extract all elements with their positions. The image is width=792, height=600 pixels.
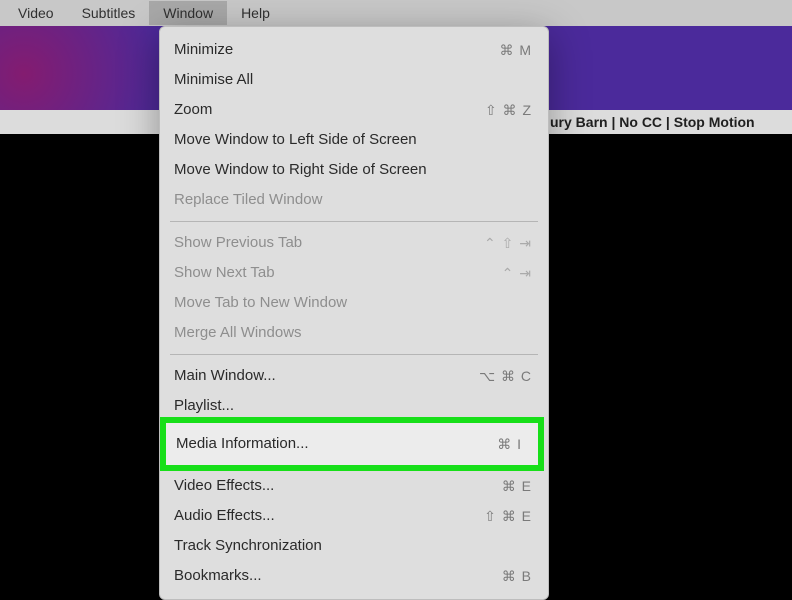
window-title-text: ury Barn | No CC | Stop Motion (550, 114, 755, 130)
menu-audio-effects[interactable]: Audio Effects... ⇧ ⌘ E (160, 501, 548, 531)
menu-label: Zoom (174, 99, 212, 121)
menu-label: Replace Tiled Window (174, 189, 322, 211)
menu-label: Minimize (174, 39, 233, 61)
menu-shortcut: ⌘ E (502, 475, 532, 497)
menu-shortcut: ⌃ ⇧ ⇥ (484, 232, 532, 254)
menu-main-window[interactable]: Main Window... ⌥ ⌘ C (160, 361, 548, 391)
menu-merge-windows: Merge All Windows (160, 318, 548, 348)
menu-show-next-tab: Show Next Tab ⌃ ⇥ (160, 258, 548, 288)
menu-shortcut: ⌘ I (497, 433, 522, 455)
window-dropdown-menu: Minimize ⌘ M Minimise All Zoom ⇧ ⌘ Z Mov… (159, 26, 549, 600)
menubar-subtitles[interactable]: Subtitles (68, 1, 150, 25)
menu-separator (170, 354, 538, 355)
menu-label: Minimise All (174, 69, 253, 91)
menu-label: Show Previous Tab (174, 232, 302, 254)
menubar: Video Subtitles Window Help (0, 0, 792, 26)
menu-separator (170, 221, 538, 222)
menu-show-prev-tab: Show Previous Tab ⌃ ⇧ ⇥ (160, 228, 548, 258)
menu-shortcut: ⇧ ⌘ Z (485, 99, 532, 121)
highlight-box: Media Information... ⌘ I (160, 417, 544, 471)
menu-media-information[interactable]: Media Information... ⌘ I (166, 423, 538, 465)
menubar-video[interactable]: Video (4, 1, 68, 25)
menu-minimise-all[interactable]: Minimise All (160, 65, 548, 95)
menu-label: Video Effects... (174, 475, 274, 497)
menubar-help[interactable]: Help (227, 1, 284, 25)
menu-track-sync[interactable]: Track Synchronization (160, 531, 548, 561)
menu-label: Track Synchronization (174, 535, 322, 557)
menu-label: Media Information... (176, 433, 309, 455)
menu-playlist[interactable]: Playlist... (160, 391, 548, 417)
menubar-window[interactable]: Window (149, 1, 227, 25)
menu-label: Show Next Tab (174, 262, 275, 284)
menu-move-right[interactable]: Move Window to Right Side of Screen (160, 155, 548, 185)
menu-bookmarks[interactable]: Bookmarks... ⌘ B (160, 561, 548, 591)
menu-replace-tiled: Replace Tiled Window (160, 185, 548, 215)
menu-label: Move Window to Right Side of Screen (174, 159, 427, 181)
menu-label: Audio Effects... (174, 505, 275, 527)
menu-move-tab-new: Move Tab to New Window (160, 288, 548, 318)
menu-label: Move Tab to New Window (174, 292, 347, 314)
menu-video-effects[interactable]: Video Effects... ⌘ E (160, 471, 548, 501)
menu-shortcut: ⇧ ⌘ E (484, 505, 532, 527)
menu-shortcut: ⌥ ⌘ C (479, 365, 532, 387)
menu-minimize[interactable]: Minimize ⌘ M (160, 35, 548, 65)
menu-label: Merge All Windows (174, 322, 302, 344)
menu-shortcut: ⌘ B (502, 565, 532, 587)
menu-shortcut: ⌃ ⇥ (502, 262, 532, 284)
menu-shortcut: ⌘ M (499, 39, 532, 61)
menu-label: Playlist... (174, 395, 234, 417)
menu-label: Move Window to Left Side of Screen (174, 129, 417, 151)
menu-label: Main Window... (174, 365, 276, 387)
menu-label: Bookmarks... (174, 565, 262, 587)
menu-zoom[interactable]: Zoom ⇧ ⌘ Z (160, 95, 548, 125)
menu-move-left[interactable]: Move Window to Left Side of Screen (160, 125, 548, 155)
